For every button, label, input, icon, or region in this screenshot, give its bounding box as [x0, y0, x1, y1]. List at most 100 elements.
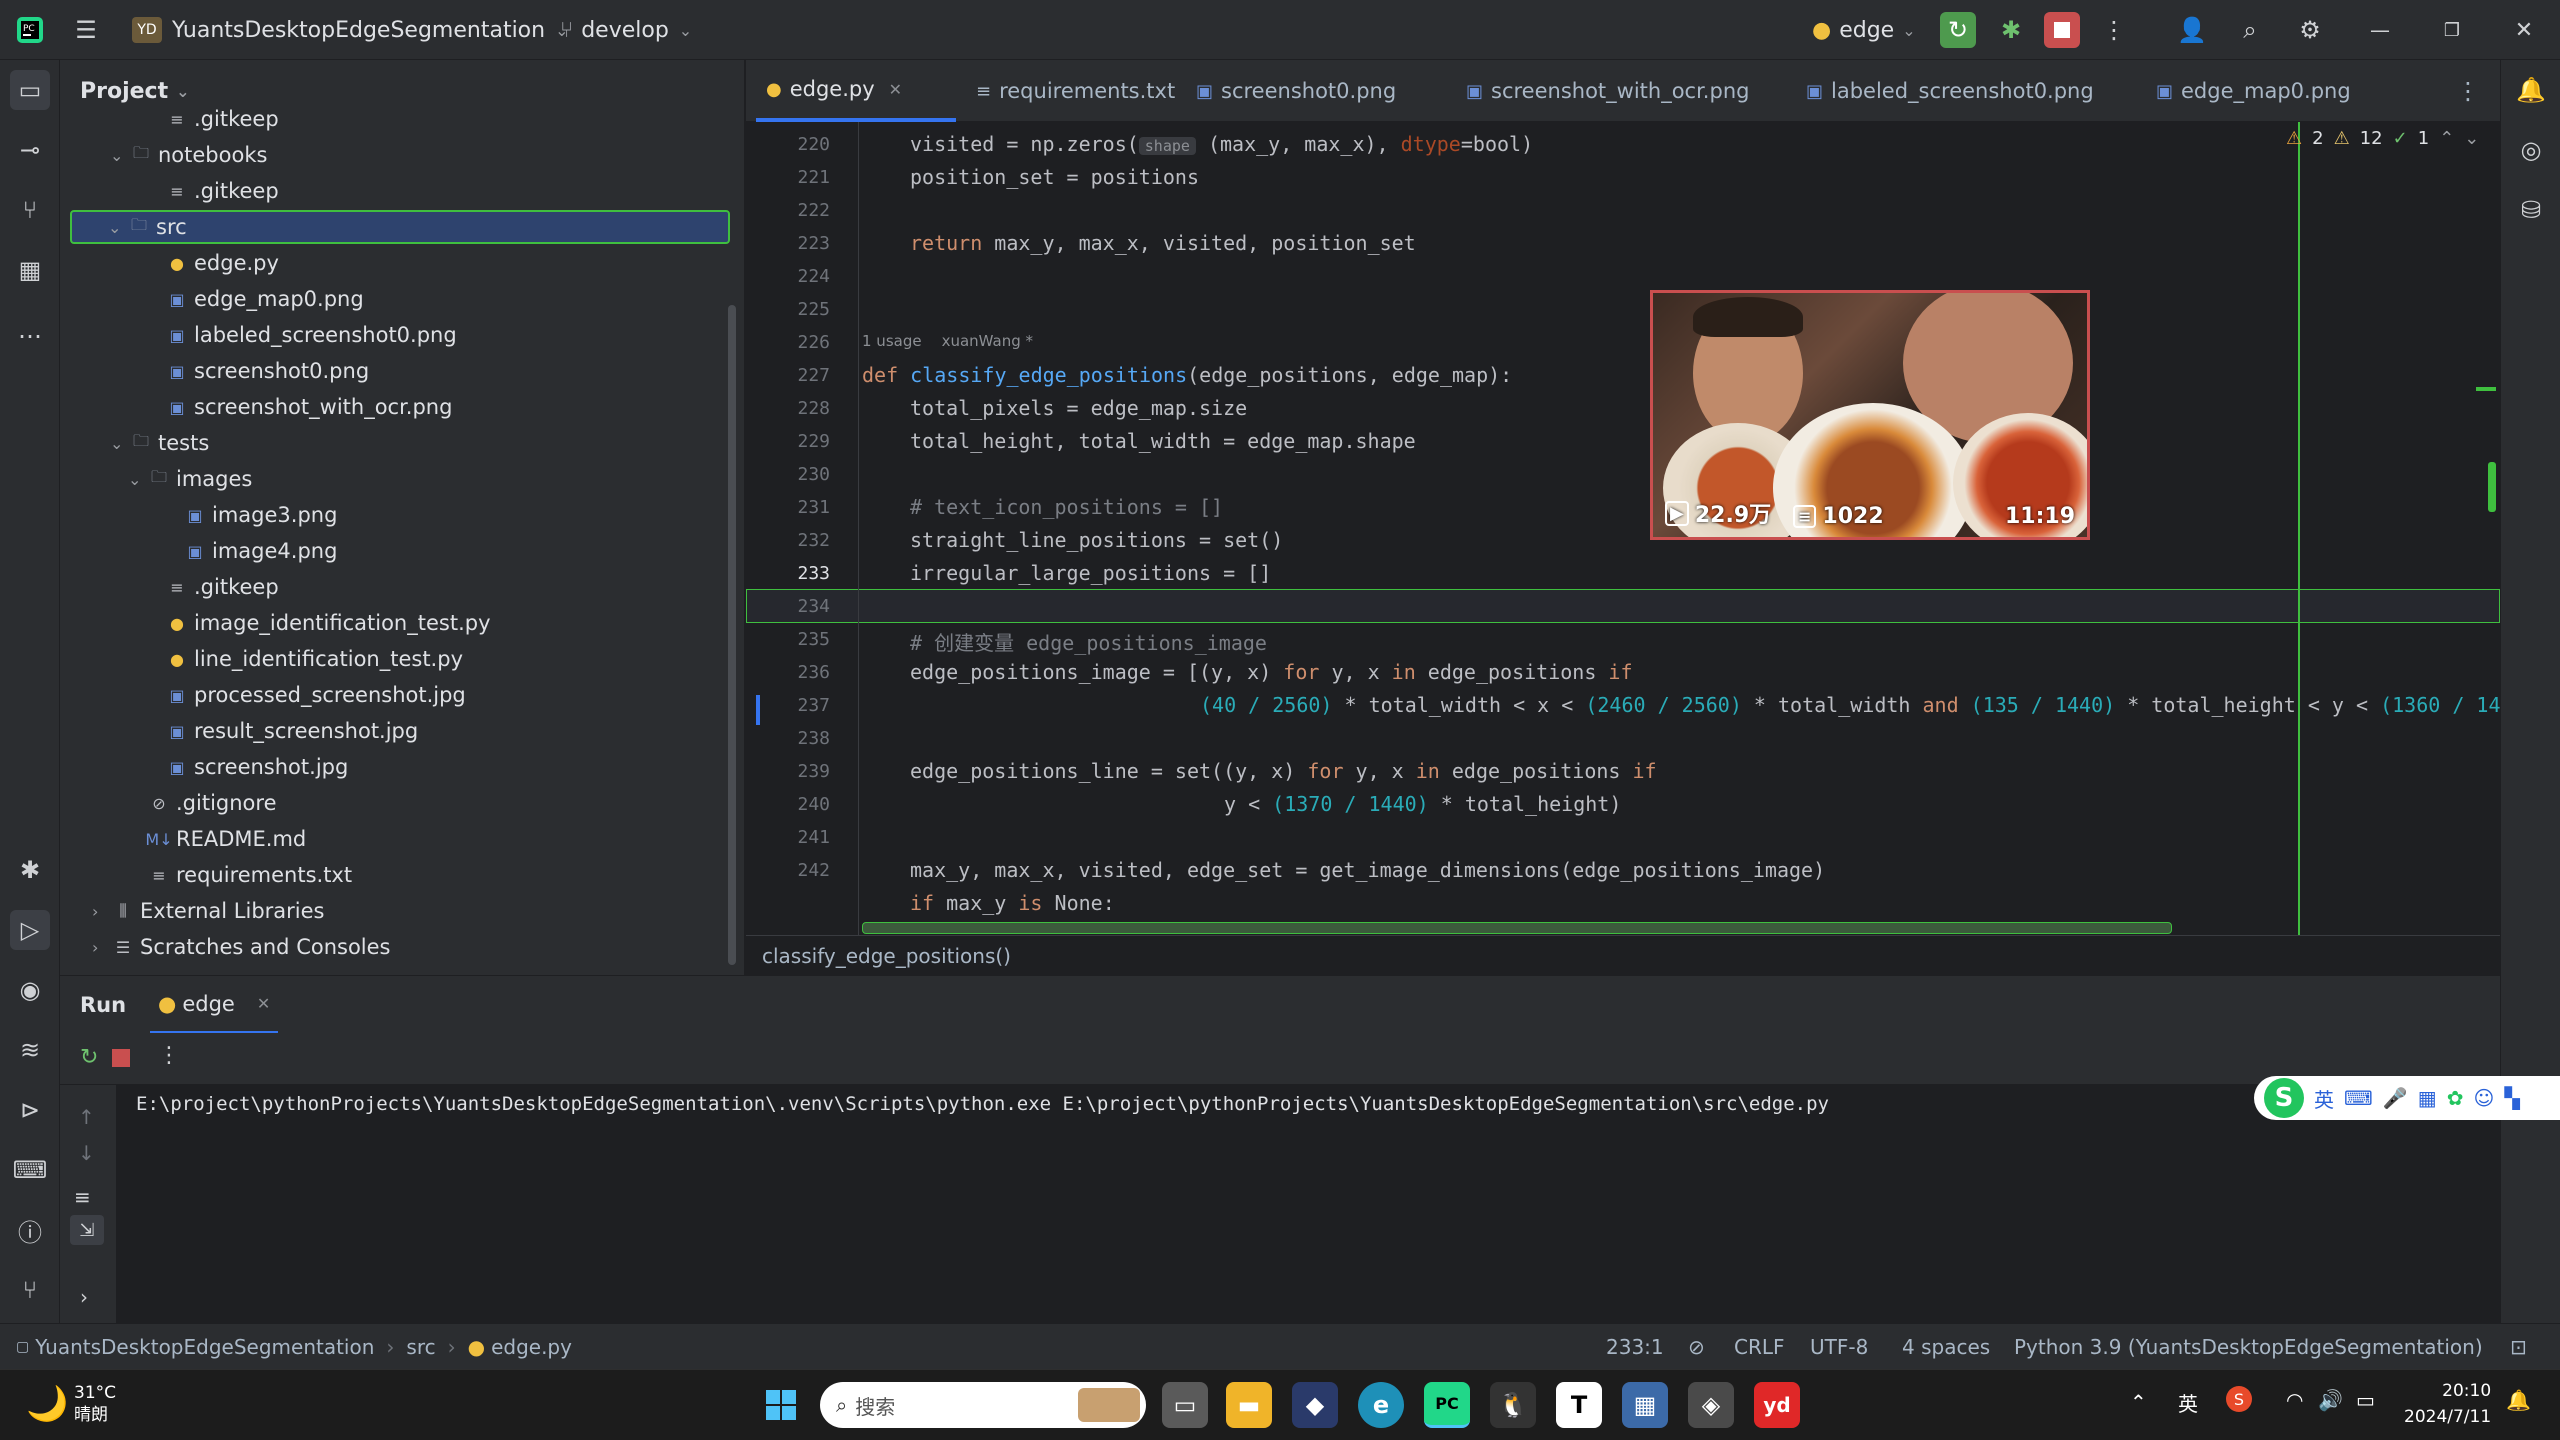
encoding-selector[interactable]: UTF-8	[1810, 1324, 1868, 1370]
tree-item[interactable]: ⌄ 🗀 src	[70, 210, 730, 244]
breadcrumb-file[interactable]: edge.py	[491, 1335, 572, 1359]
more-actions-icon[interactable]: ⋮	[158, 1043, 180, 1068]
tree-item[interactable]: ⌄ 🗀 tests	[74, 426, 209, 460]
previous-highlight-icon[interactable]: ⌃	[2439, 128, 2454, 149]
indent-selector[interactable]: 4 spaces	[1902, 1324, 1990, 1370]
tree-item[interactable]: ● image_identification_test.py	[74, 606, 491, 640]
tree-item[interactable]: ▣ result_screenshot.jpg	[74, 714, 418, 748]
run-console[interactable]: ↑ ↓ ≡ ⇲ › E:\project\pythonProjects\Yuan…	[60, 1085, 2500, 1323]
windows-start-icon[interactable]	[758, 1382, 804, 1428]
run-tab-edge[interactable]: ● edge ✕	[150, 976, 279, 1034]
inspection-widget[interactable]: ⚠ 2 ⚠ 12 ✓ 1 ⌃ ⌄	[2286, 128, 2479, 149]
typora-icon[interactable]: T	[1556, 1382, 1602, 1428]
tree-item[interactable]: ⌄ 🗀 images	[74, 462, 252, 496]
tree-item[interactable]: ▣ screenshot_with_ocr.png	[74, 390, 452, 424]
minimize-button[interactable]: —	[2362, 12, 2398, 48]
close-window-button[interactable]: ✕	[2506, 12, 2542, 48]
skin-icon[interactable]: ✿	[2447, 1086, 2464, 1110]
tree-item[interactable]: ▣ processed_screenshot.jpg	[74, 678, 465, 712]
tab-edge-map0-png[interactable]: ▣ edge_map0.png	[2146, 60, 2361, 122]
scroll-down-icon[interactable]: ↓	[78, 1141, 95, 1165]
rerun-button[interactable]: ↻	[1940, 12, 1976, 48]
tray-overflow-icon[interactable]: ⌃	[2130, 1390, 2147, 1414]
run-tool-icon[interactable]: ▷	[10, 910, 50, 950]
tree-item[interactable]: ▣ image4.png	[74, 534, 337, 568]
ime-language-toggle[interactable]: 英	[2314, 1084, 2334, 1113]
color-app-icon[interactable]: ◈	[1688, 1382, 1734, 1428]
soft-wrap-icon[interactable]: ≡	[74, 1185, 91, 1209]
sogou-logo-icon[interactable]: S	[2264, 1078, 2304, 1118]
debug-icon[interactable]: ✱	[1993, 12, 2029, 48]
breadcrumb-project[interactable]: YuantsDesktopEdgeSegmentation	[35, 1335, 374, 1359]
tree-item[interactable]: ▣ edge_map0.png	[74, 282, 363, 316]
ime-toolbar[interactable]: S 英 ⌨ 🎤 ▦ ✿ ☺ ▚	[2254, 1076, 2560, 1120]
layers-tool-icon[interactable]: ≋	[10, 1030, 50, 1070]
line-ending-selector[interactable]: CRLF	[1734, 1324, 1785, 1370]
caret-position[interactable]: 233:1	[1606, 1324, 1664, 1370]
weather-widget[interactable]: 31°C 晴朗	[74, 1382, 116, 1426]
next-highlight-icon[interactable]: ⌄	[2464, 128, 2479, 149]
notification-bell-icon[interactable]: 🔔	[2506, 1388, 2531, 1412]
calculator-icon[interactable]: ▦	[1622, 1382, 1668, 1428]
horizontal-scrollbar[interactable]	[862, 922, 2172, 934]
tree-item[interactable]: ● line_identification_test.py	[74, 642, 463, 676]
stop-button[interactable]	[2044, 12, 2080, 48]
database-icon[interactable]: ⛁	[2511, 190, 2551, 230]
scroll-to-end-icon[interactable]: ⇲	[70, 1215, 104, 1245]
project-tool-icon[interactable]: ▭	[10, 70, 50, 110]
tab-screenshot0-png[interactable]: ▣ screenshot0.png	[1186, 60, 1406, 122]
tab-requirements-txt[interactable]: ≡ requirements.txt	[966, 60, 1185, 122]
tab-screenshot-with-ocr-png[interactable]: ▣ screenshot_with_ocr.png	[1456, 60, 1759, 122]
settings-gear-icon[interactable]: ⚙	[2292, 12, 2328, 48]
editor-scrollbar-thumb[interactable]	[2488, 462, 2496, 512]
commit-tool-icon[interactable]: ⊸	[10, 130, 50, 170]
main-menu-icon[interactable]: ☰	[68, 12, 104, 48]
tray-input-language[interactable]: 英	[2178, 1388, 2198, 1417]
tree-item[interactable]: ▣ image3.png	[74, 498, 337, 532]
chevron-down-icon[interactable]: ⌄	[128, 470, 148, 489]
breadcrumb-function[interactable]: classify_edge_positions()	[762, 944, 1011, 968]
pycharm-logo-icon[interactable]: PC	[12, 12, 48, 48]
qq-icon[interactable]: 🐧	[1490, 1382, 1536, 1428]
tree-item[interactable]: ≡ requirements.txt	[74, 858, 352, 892]
python-packages-icon[interactable]: ◉	[10, 970, 50, 1010]
tab-edge-py[interactable]: ● edge.py ✕	[756, 60, 956, 122]
chevron-down-icon[interactable]: ⌄	[110, 434, 130, 453]
code-with-me-icon[interactable]: 👤	[2174, 12, 2210, 48]
tree-item[interactable]: ≡ .gitkeep	[74, 174, 278, 208]
tree-item[interactable]: ▣ screenshot0.png	[74, 354, 369, 388]
image-preview-popup[interactable]: ▶ 22.9万 ≡ 1022 11:19	[1650, 290, 2090, 540]
version-control-icon[interactable]: ⑂	[10, 1270, 50, 1310]
run-config-selector[interactable]: ● edge ⌄	[1812, 0, 1916, 60]
services-tool-icon[interactable]: ⊳	[10, 1090, 50, 1130]
editor-breadcrumb[interactable]: classify_edge_positions()	[746, 935, 2500, 975]
game-app-icon[interactable]: ◆	[1292, 1382, 1338, 1428]
structure-tool-icon[interactable]: ▦	[10, 250, 50, 290]
tree-item[interactable]: ≡ .gitkeep	[74, 570, 278, 604]
more-actions-icon[interactable]: ⋮	[2096, 12, 2132, 48]
microphone-icon[interactable]: 🎤	[2383, 1086, 2408, 1110]
tree-item[interactable]: ▣ screenshot.jpg	[74, 750, 348, 784]
branch-switcher[interactable]: ⑂ develop ⌄	[560, 0, 692, 60]
chevron-down-icon[interactable]: ⌄	[108, 218, 128, 237]
lock-icon[interactable]: ⊡	[2510, 1324, 2527, 1370]
project-switcher[interactable]: YD YuantsDesktopEdgeSegmentation ⌄	[132, 0, 569, 60]
close-tab-icon[interactable]: ✕	[889, 80, 902, 99]
toolbox-icon[interactable]: ☺	[2473, 1086, 2494, 1110]
tree-item[interactable]: M↓ README.md	[74, 822, 306, 856]
search-everywhere-icon[interactable]: ⌕	[2232, 12, 2268, 48]
youdao-icon[interactable]: yd	[1754, 1382, 1800, 1428]
grid-menu-icon[interactable]: ▚	[2504, 1086, 2519, 1110]
taskbar-search-box[interactable]: ⌕ 搜索	[820, 1382, 1146, 1428]
read-only-toggle-icon[interactable]: ⊘	[1688, 1324, 1705, 1370]
chevron-right-icon[interactable]: ›	[92, 938, 112, 957]
tree-item[interactable]: ≡ .gitkeep	[74, 102, 278, 136]
punctuation-icon[interactable]: ⌨	[2344, 1086, 2373, 1110]
tree-item[interactable]: › ⫼ External Libraries	[74, 894, 325, 928]
tab-labeled-screenshot0-png[interactable]: ▣ labeled_screenshot0.png	[1796, 60, 2104, 122]
keyboard-icon[interactable]: ▦	[2418, 1086, 2437, 1110]
ai-assistant-icon[interactable]: ◎	[2511, 130, 2551, 170]
tree-item[interactable]: ⌄ 🗀 notebooks	[74, 138, 267, 172]
scroll-up-icon[interactable]: ↑	[78, 1105, 95, 1129]
tab-options-icon[interactable]: ⋮	[2446, 60, 2490, 122]
